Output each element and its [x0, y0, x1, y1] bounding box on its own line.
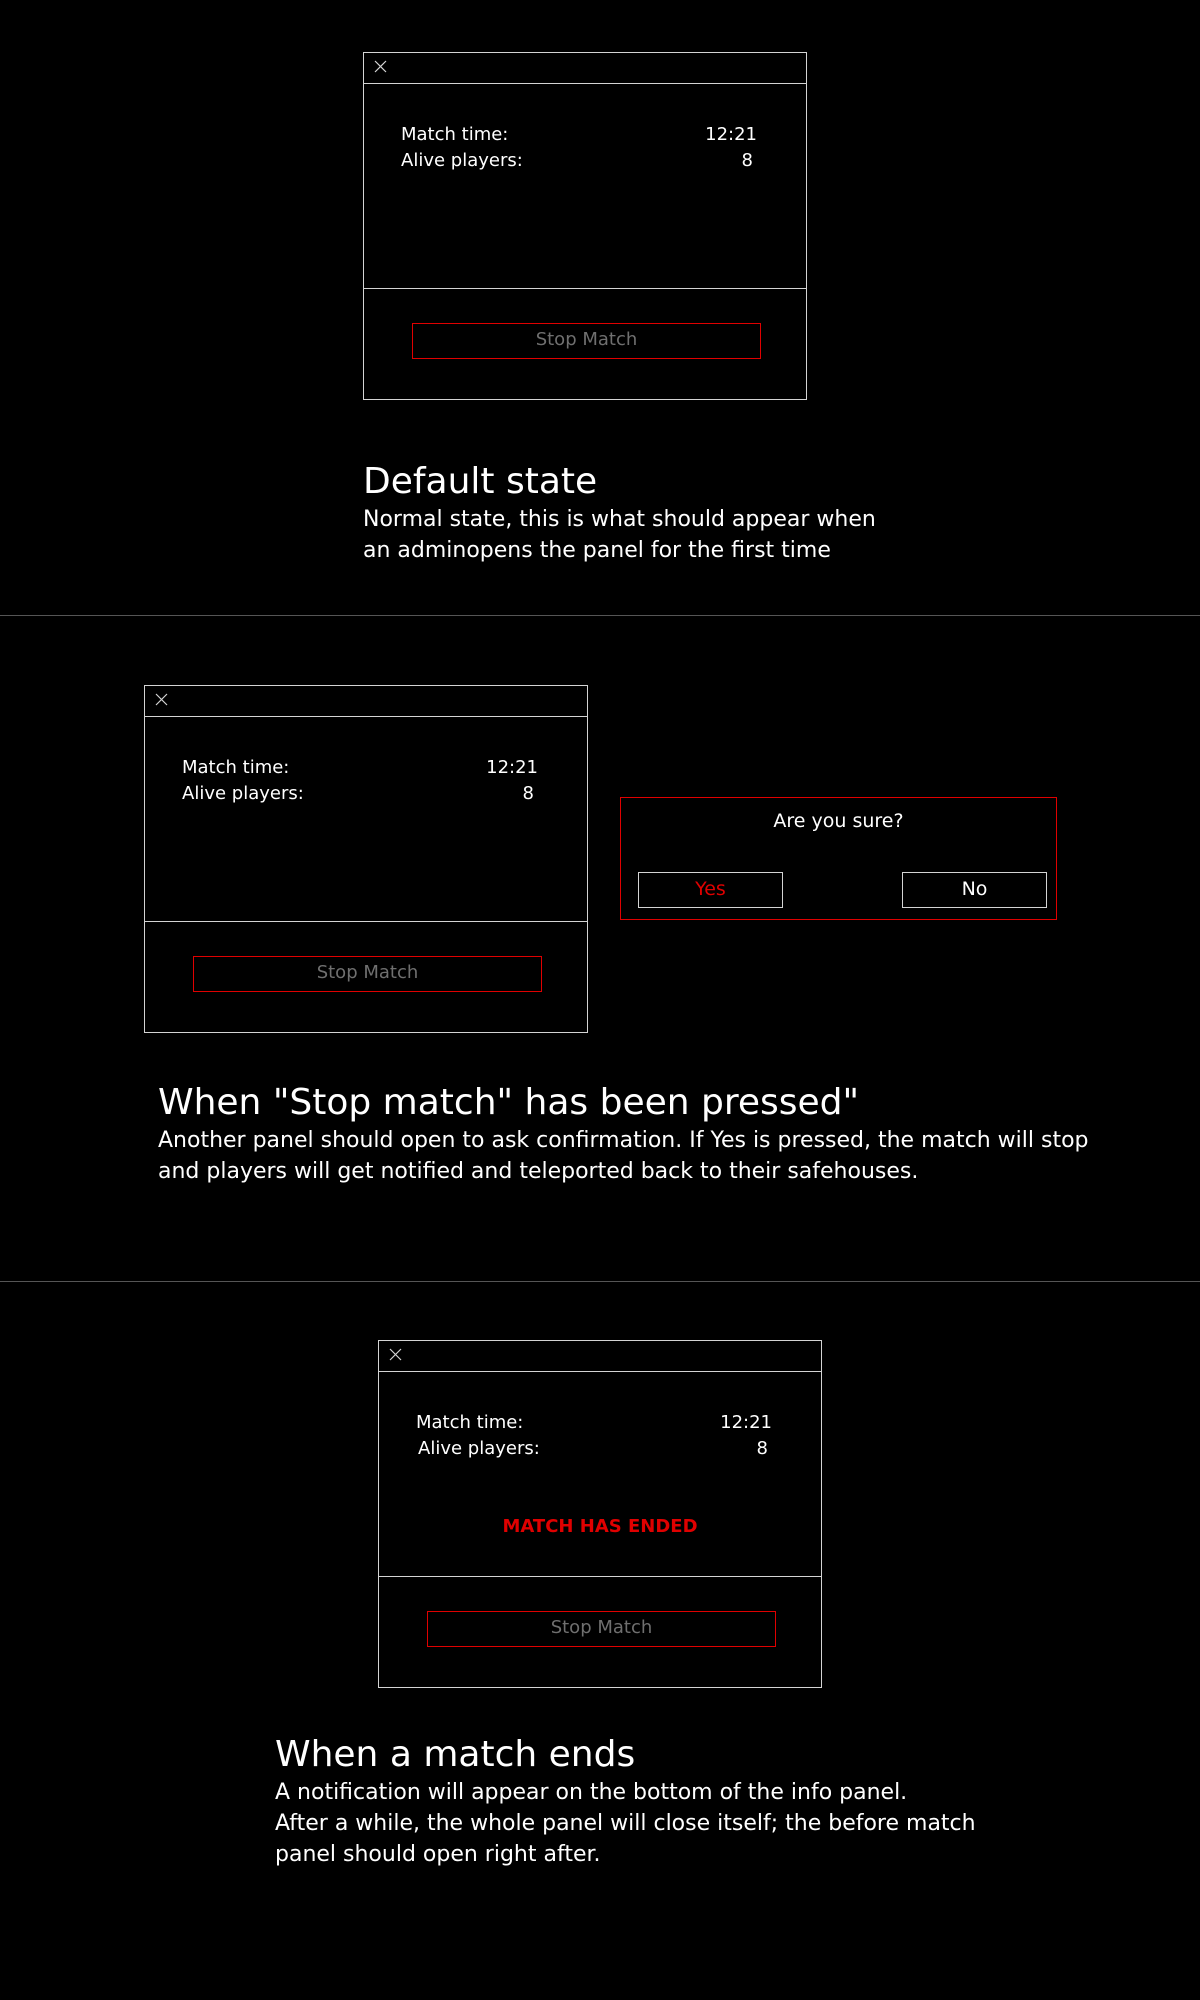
confirm-yes-button[interactable]: Yes [638, 872, 783, 908]
match-time-row: Match time: 12:21 [401, 123, 757, 147]
section-description-line: Another panel should open to ask confirm… [158, 1128, 1089, 1153]
alive-players-row: Alive players: 8 [416, 1437, 772, 1461]
close-icon[interactable] [371, 57, 391, 77]
panel-footer: Stop Match [145, 921, 587, 1032]
alive-players-label: Alive players: [182, 783, 304, 804]
section-description-line: panel should open right after. [275, 1842, 601, 1867]
panel-title-bar [379, 1341, 821, 1372]
match-time-value: 12:21 [486, 757, 538, 778]
stop-match-button[interactable]: Stop Match [193, 956, 542, 992]
match-time-label: Match time: [401, 124, 509, 145]
alive-players-label: Alive players: [418, 1438, 540, 1459]
stop-match-button[interactable]: Stop Match [427, 1611, 776, 1647]
match-time-label: Match time: [182, 757, 290, 778]
close-icon[interactable] [386, 1345, 406, 1365]
caption-match-ended: When a match ends A notification will ap… [275, 1733, 1155, 1870]
match-info-panel-confirming: Match time: 12:21 Alive players: 8 Stop … [144, 685, 588, 1033]
section-description-line: Normal state, this is what should appear… [363, 507, 876, 532]
alive-players-row: Alive players: 8 [401, 149, 757, 173]
section-description-line: A notification will appear on the bottom… [275, 1780, 908, 1805]
section-description-line: and players will get notified and telepo… [158, 1159, 919, 1184]
match-time-label: Match time: [416, 1412, 524, 1433]
confirm-question: Are you sure? [773, 810, 904, 832]
section-title: Default state [363, 461, 598, 502]
caption-default: Default state Normal state, this is what… [363, 460, 883, 566]
match-time-row: Match time: 12:21 [182, 756, 538, 780]
section-divider [0, 1281, 1200, 1282]
section-title: When a match ends [275, 1734, 636, 1775]
confirm-dialog: Are you sure? Yes No [620, 797, 1057, 920]
match-ended-notice: MATCH HAS ENDED [502, 1516, 698, 1537]
section-title: When "Stop match" has been pressed" [158, 1082, 860, 1123]
stop-match-button[interactable]: Stop Match [412, 323, 761, 359]
alive-players-value: 8 [741, 150, 753, 171]
section-description-line: an adminopens the panel for the first ti… [363, 538, 831, 563]
panel-title-bar [364, 53, 806, 84]
alive-players-value: 8 [522, 783, 534, 804]
panel-title-bar [145, 686, 587, 717]
alive-players-label: Alive players: [401, 150, 523, 171]
alive-players-row: Alive players: 8 [182, 782, 538, 806]
match-time-row: Match time: 12:21 [416, 1411, 772, 1435]
alive-players-value: 8 [756, 1438, 768, 1459]
close-icon[interactable] [152, 690, 172, 710]
section-description-line: After a while, the whole panel will clos… [275, 1811, 976, 1836]
section-divider [0, 615, 1200, 616]
confirm-no-button[interactable]: No [902, 872, 1047, 908]
panel-footer: Stop Match [379, 1576, 821, 1687]
match-info-panel-default: Match time: 12:21 Alive players: 8 Stop … [363, 52, 807, 400]
match-info-panel-ended: Match time: 12:21 Alive players: 8 MATCH… [378, 1340, 822, 1688]
caption-stop-pressed: When "Stop match" has been pressed" Anot… [158, 1081, 1158, 1187]
panel-footer: Stop Match [364, 288, 806, 399]
match-time-value: 12:21 [720, 1412, 772, 1433]
match-time-value: 12:21 [705, 124, 757, 145]
